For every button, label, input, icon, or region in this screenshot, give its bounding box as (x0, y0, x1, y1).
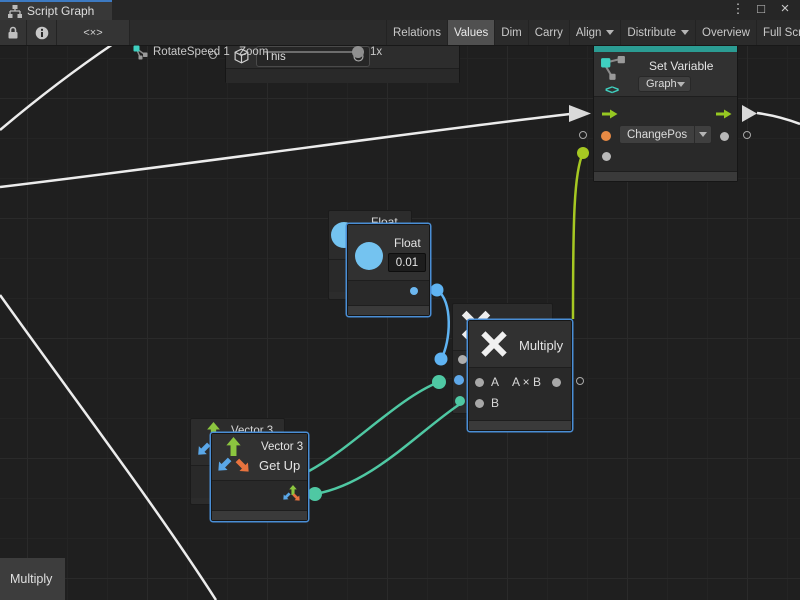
toolbar-button-overview[interactable]: Overview (696, 20, 757, 45)
port-gray[interactable] (458, 355, 467, 364)
window-menu-icon[interactable]: ⋮ (728, 1, 748, 17)
scope-dropdown[interactable]: Graph (638, 76, 691, 92)
node-title: Multiply (10, 572, 52, 586)
scope-value: Graph (639, 78, 677, 90)
info-button[interactable] (27, 20, 57, 45)
window-close-icon[interactable]: × (775, 0, 795, 17)
tab-script-graph[interactable]: Script Graph (0, 0, 112, 20)
node-operation: Get Up (259, 458, 300, 473)
node-set-variable[interactable]: <> Set Variable Graph ChangePos (593, 45, 738, 182)
vector3-mini-icon (282, 484, 302, 504)
chevron-down-icon (677, 82, 685, 87)
output-port[interactable] (552, 378, 561, 387)
float-icon (355, 242, 383, 270)
input-a-label: A (491, 375, 499, 389)
graph-toolbar: <×> RotateSpeed 1 Zoom 1x Relations Valu… (0, 20, 800, 46)
toolbar-button-dim[interactable]: Dim (495, 20, 528, 45)
code-view-button[interactable]: <×> (57, 20, 130, 45)
node-title: Multiply (519, 338, 563, 353)
zoom-slider-track[interactable] (268, 51, 364, 53)
chevron-down-icon (681, 30, 689, 35)
toolbar-button-fullscreen[interactable]: Full Screen (757, 20, 800, 45)
zoom-slider-handle[interactable] (352, 46, 364, 58)
toolbar-button-relations[interactable]: Relations (387, 20, 448, 45)
toolbar-button-distribute[interactable]: Distribute (621, 20, 696, 45)
graph-name-label: RotateSpeed 1 (153, 46, 230, 58)
variable-dropdown-button[interactable] (694, 126, 711, 143)
set-variable-icon (600, 55, 627, 82)
float-inner-output-dot[interactable] (410, 287, 418, 295)
multiply-x-icon (477, 327, 511, 361)
arrow-up-icon (224, 437, 243, 456)
code-view-icon: <×> (83, 27, 102, 39)
set-variable-left-circle-port[interactable] (579, 131, 587, 139)
script-graph-icon (8, 5, 22, 18)
port-blue-a[interactable] (454, 375, 464, 385)
window-titlebar: Script Graph ⋮ □ × (0, 0, 800, 21)
variable-dropdown[interactable]: ChangePos (619, 125, 712, 144)
toolbar-button-values[interactable]: Values (448, 20, 495, 45)
lock-button[interactable] (0, 20, 27, 45)
flow-out-port[interactable] (716, 108, 732, 120)
input-a-port[interactable] (475, 378, 484, 387)
node-title: Vector 3 (261, 441, 303, 453)
tab-label: Script Graph (27, 4, 94, 18)
node-multiply-front[interactable]: Multiply A A × B B (468, 320, 572, 431)
node-title: Float (394, 236, 421, 250)
node-float-front[interactable]: Float 0.01 (347, 224, 430, 316)
port-teal-b[interactable] (455, 396, 465, 406)
variable-value: ChangePos (620, 129, 694, 141)
input-b-label: B (491, 396, 499, 410)
multiply-output-circle-port[interactable] (576, 377, 584, 385)
toolbar-button-carry[interactable]: Carry (529, 20, 570, 45)
info-icon (35, 26, 49, 40)
chevron-down-icon (699, 132, 707, 137)
set-variable-right-circle-port[interactable] (743, 131, 751, 139)
node-multiply-corner[interactable]: Multiply (0, 558, 65, 600)
zoom-label: Zoom (239, 46, 268, 58)
node-title: Set Variable (649, 59, 713, 73)
variable-name-port[interactable] (601, 131, 611, 141)
toolbar-button-align[interactable]: Align (570, 20, 622, 45)
window-maximize-icon[interactable]: □ (751, 1, 771, 16)
value-out-port[interactable] (720, 132, 729, 141)
chevron-down-icon (606, 30, 614, 35)
graph-asset-icon (133, 45, 148, 60)
output-label: A × B (512, 375, 541, 389)
float-value-field[interactable]: 0.01 (388, 253, 426, 272)
input-b-port[interactable] (475, 399, 484, 408)
lock-icon (7, 26, 19, 40)
flow-in-port[interactable] (602, 108, 618, 120)
code-brackets-icon: <> (605, 82, 618, 97)
zoom-value-label: 1x (370, 46, 382, 58)
node-vector3-front[interactable]: Vector 3 Get Up (211, 433, 308, 521)
value-in-port[interactable] (602, 152, 611, 161)
